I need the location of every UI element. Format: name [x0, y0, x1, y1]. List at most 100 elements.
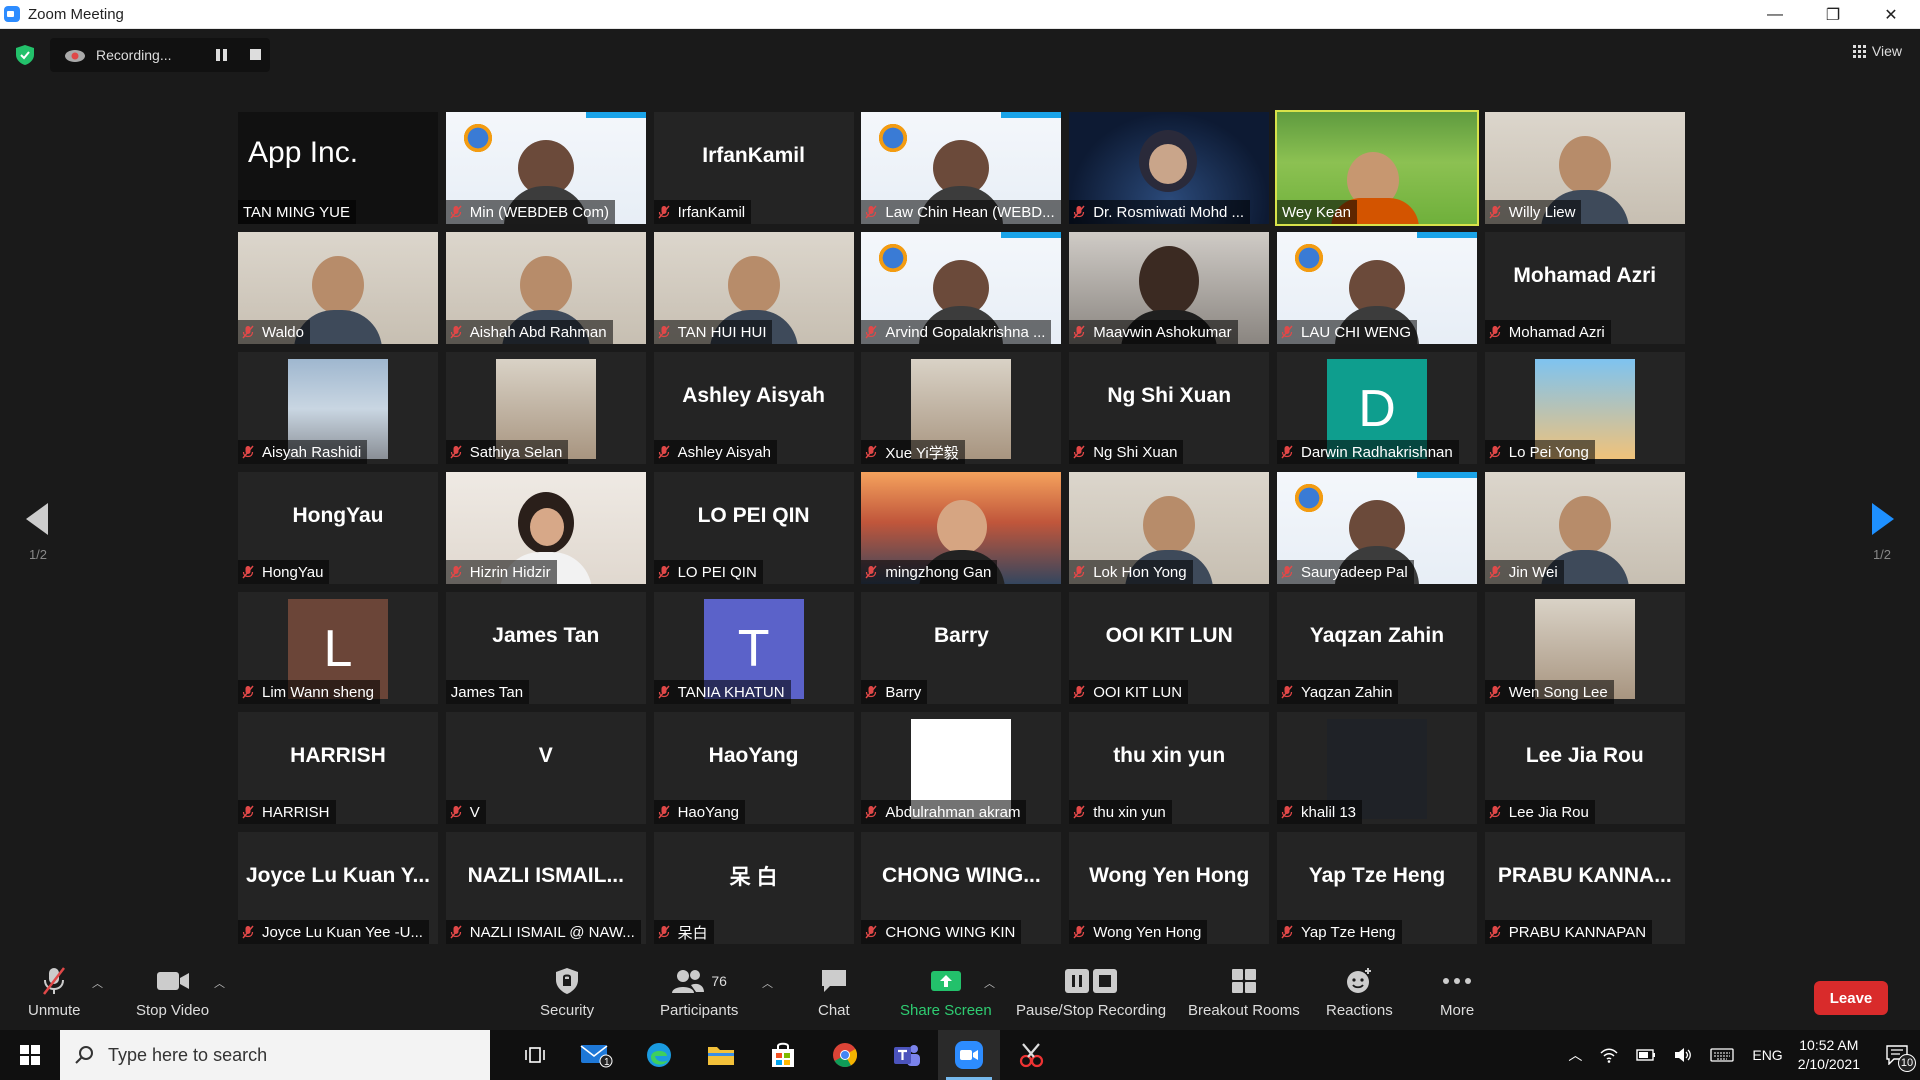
more-button[interactable]: More [1440, 965, 1474, 1019]
restore-button[interactable]: ❐ [1804, 0, 1862, 29]
participant-tile[interactable]: Wey Kean [1274, 110, 1479, 226]
participants-caret-icon[interactable]: ︿ [762, 975, 773, 990]
participant-tile[interactable]: LO PEI QIN LO PEI QIN [653, 472, 854, 584]
participant-name: James Tan [450, 683, 524, 701]
participant-tile[interactable]: HaoYang HaoYang [653, 712, 854, 824]
taskbar-snipping-tool[interactable] [1000, 1030, 1062, 1080]
video-options-caret-icon[interactable]: ︿ [214, 975, 225, 990]
next-page-button[interactable]: 1/2 [1844, 473, 1920, 591]
participant-tile[interactable]: Ashley Aisyah Ashley Aisyah [653, 352, 854, 464]
taskbar-teams[interactable] [876, 1030, 938, 1080]
stop-video-button[interactable]: Stop Video [136, 965, 209, 1019]
participants-button[interactable]: 76 Participants [660, 965, 738, 1019]
stop-recording-icon[interactable] [250, 49, 261, 60]
participant-tile[interactable]: Maavwin Ashokumar [1069, 232, 1270, 344]
participant-tile[interactable]: 呆 白呆白 [653, 832, 854, 944]
mic-muted-icon [1489, 445, 1501, 459]
taskbar-mail[interactable]: 1 [566, 1030, 628, 1080]
participant-tile[interactable]: Willy Liew [1484, 112, 1685, 224]
reactions-button[interactable]: Reactions [1326, 965, 1393, 1019]
participant-tile[interactable]: Law Chin Hean (WEBD... [861, 112, 1062, 224]
participant-tile[interactable]: Lo Pei Yong [1484, 352, 1685, 464]
participant-tile[interactable]: Yap Tze Heng Yap Tze Heng [1276, 832, 1477, 944]
minimize-button[interactable]: — [1746, 0, 1804, 29]
mic-muted-icon [1489, 565, 1501, 579]
touch-keyboard-icon[interactable] [1710, 1048, 1735, 1062]
action-center-button[interactable]: 10 [1874, 1030, 1920, 1080]
participant-tile[interactable]: Dr. Rosmiwati Mohd ... [1069, 112, 1270, 224]
participant-tile[interactable]: Sathiya Selan [445, 352, 646, 464]
taskbar-store[interactable] [752, 1030, 814, 1080]
participant-name: HaoYang [677, 803, 740, 821]
participant-tile[interactable]: App Inc. TAN MING YUE [238, 112, 438, 224]
leave-button[interactable]: Leave [1814, 981, 1888, 1015]
participant-tile[interactable]: Lee Jia Rou Lee Jia Rou [1484, 712, 1685, 824]
participant-tile[interactable]: mingzhong Gan [861, 472, 1062, 584]
audio-options-caret-icon[interactable]: ︿ [92, 975, 103, 990]
participant-tile[interactable]: OOI KIT LUN OOI KIT LUN [1069, 592, 1270, 704]
input-language[interactable]: ENG [1752, 1047, 1782, 1063]
battery-icon[interactable] [1636, 1049, 1656, 1061]
participant-tile[interactable]: Joyce Lu Kuan Y... Joyce Lu Kuan Yee -U..… [238, 832, 438, 944]
participant-tile[interactable]: Min (WEBDEB Com) [445, 112, 646, 224]
participant-tile[interactable]: Ng Shi Xuan Ng Shi Xuan [1069, 352, 1270, 464]
participant-tile[interactable]: NAZLI ISMAIL... NAZLI ISMAIL @ NAW... [445, 832, 646, 944]
start-button[interactable] [0, 1030, 60, 1080]
participant-name-label: Willy Liew [1484, 200, 1582, 224]
participant-name: Sauryadeep Pal [1300, 563, 1408, 581]
participant-tile[interactable]: VV [445, 712, 646, 824]
participant-tile[interactable]: Waldo [238, 232, 438, 344]
participant-tile[interactable]: HongYau HongYau [238, 472, 438, 584]
participant-tile[interactable]: LAU CHI WENG [1276, 232, 1477, 344]
participant-tile[interactable]: IrfanKamil IrfanKamil [653, 112, 854, 224]
participant-tile[interactable]: Wong Yen Hong Wong Yen Hong [1069, 832, 1270, 944]
participant-tile[interactable]: TAN HUI HUI [653, 232, 854, 344]
pause-recording-icon[interactable] [216, 49, 230, 61]
unmute-button[interactable]: Unmute [28, 965, 81, 1019]
close-button[interactable]: ✕ [1862, 0, 1920, 29]
security-button[interactable]: Security [540, 965, 594, 1019]
task-view-button[interactable] [504, 1030, 566, 1080]
wifi-icon[interactable] [1600, 1047, 1618, 1063]
taskbar-chrome[interactable] [814, 1030, 876, 1080]
taskbar-search-box[interactable]: Type here to search [60, 1030, 490, 1080]
participant-tile[interactable]: L Lim Wann sheng [238, 592, 438, 704]
participant-tile[interactable]: Lok Hon Yong [1069, 472, 1270, 584]
share-screen-button[interactable]: Share Screen [900, 965, 992, 1019]
participant-tile[interactable]: T TANIA KHATUN [653, 592, 854, 704]
participant-tile[interactable]: Hizrin Hidzir [445, 472, 646, 584]
pause-stop-recording-button[interactable]: Pause/Stop Recording [1016, 965, 1166, 1019]
participant-tile[interactable]: PRABU KANNA... PRABU KANNAPAN [1484, 832, 1685, 944]
show-hidden-icons-chevron-icon[interactable]: ︿ [1568, 1045, 1582, 1065]
participant-tile[interactable]: khalil 13 [1276, 712, 1477, 824]
participant-tile[interactable]: HARRISH HARRISH [238, 712, 438, 824]
participant-tile[interactable]: thu xin yun thu xin yun [1069, 712, 1270, 824]
participant-tile[interactable]: James Tan James Tan [445, 592, 646, 704]
participant-tile[interactable]: Wen Song Lee [1484, 592, 1685, 704]
taskbar-zoom[interactable] [938, 1030, 1000, 1080]
share-options-caret-icon[interactable]: ︿ [984, 975, 995, 990]
participant-tile[interactable]: Arvind Gopalakrishna ... [861, 232, 1062, 344]
taskbar-clock[interactable]: 10:52 AM 2/10/2021 [1798, 1036, 1860, 1074]
participant-tile[interactable]: Yaqzan Zahin Yaqzan Zahin [1276, 592, 1477, 704]
participant-tile[interactable]: CHONG WING... CHONG WING KIN [861, 832, 1062, 944]
participant-tile[interactable]: Abdulrahman akram [861, 712, 1062, 824]
participant-tile[interactable]: Sauryadeep Pal [1276, 472, 1477, 584]
participant-tile[interactable]: D Darwin Radhakrishnan [1276, 352, 1477, 464]
participant-name-label: Ng Shi Xuan [1069, 440, 1184, 464]
participant-tile[interactable]: Jin Wei [1484, 472, 1685, 584]
taskbar-edge[interactable] [628, 1030, 690, 1080]
taskbar-file-explorer[interactable] [690, 1030, 752, 1080]
participant-name: 呆白 [677, 924, 708, 942]
participant-tile[interactable]: Aisyah Rashidi [238, 352, 438, 464]
participant-tile[interactable]: Barry Barry [861, 592, 1062, 704]
previous-page-button[interactable]: 1/2 [0, 473, 76, 591]
view-button[interactable]: View [1852, 43, 1902, 59]
volume-icon[interactable] [1674, 1047, 1692, 1063]
encryption-shield-icon[interactable] [16, 45, 34, 65]
participant-tile[interactable]: Mohamad Azri Mohamad Azri [1484, 232, 1685, 344]
breakout-rooms-button[interactable]: Breakout Rooms [1188, 965, 1300, 1019]
participant-tile[interactable]: Xue Yi学毅 [861, 352, 1062, 464]
participant-tile[interactable]: Aishah Abd Rahman [445, 232, 646, 344]
chat-button[interactable]: Chat [818, 965, 850, 1019]
